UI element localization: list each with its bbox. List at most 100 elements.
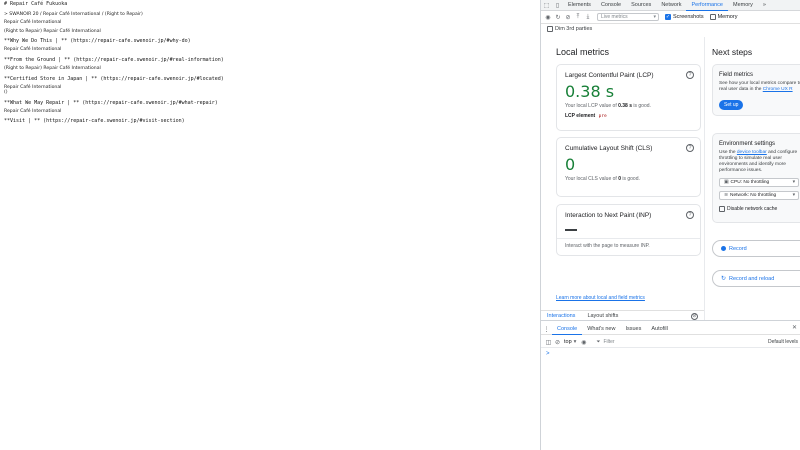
card-divider xyxy=(557,238,700,239)
checkbox-unchecked-icon xyxy=(547,26,553,32)
inp-description: Interact with the page to measure INP. xyxy=(565,243,650,249)
env-desc-a: Use the xyxy=(719,150,737,155)
doc-paragraph: (Right to Repair) Repair Café Internatio… xyxy=(4,65,101,71)
memory-label: Memory xyxy=(717,14,738,20)
chrome-ux-report-link[interactable]: Chrome UX R xyxy=(763,87,793,92)
disable-cache-checkbox[interactable]: Disable network cache xyxy=(719,206,777,212)
checkbox-checked-icon: ✓ xyxy=(665,13,671,20)
lcp-desc-prefix: Your local LCP value of xyxy=(565,103,619,109)
log-levels-select[interactable]: Default levels xyxy=(768,337,798,348)
record-reload-label: Record and reload xyxy=(729,275,775,282)
record-and-reload-button[interactable]: ↻ Record and reload xyxy=(712,270,800,287)
doc-heading: **Certified Store in Japan | ** (https:/… xyxy=(4,75,224,82)
help-icon[interactable]: ? xyxy=(686,211,694,219)
clear-icon[interactable]: ⊘ xyxy=(563,12,573,22)
network-throttling-select[interactable]: ≋ Network: No throttling ▾ xyxy=(719,191,799,200)
cls-desc-suffix: is good. xyxy=(620,176,640,182)
drawer-tab-autofill[interactable]: Autofill xyxy=(646,324,673,335)
network-throttling-value: Network: No throttling xyxy=(730,193,777,198)
lcp-element-label: LCP element xyxy=(565,113,596,119)
checkbox-unchecked-icon xyxy=(719,206,725,212)
doc-paragraph: () xyxy=(4,90,8,96)
drawer-tab-whats-new[interactable]: What's new xyxy=(582,324,620,335)
console-prompt[interactable]: > xyxy=(546,351,550,357)
setup-button[interactable]: Set up xyxy=(719,100,744,110)
doc-paragraph: (Right to Repair) Repair Café Internatio… xyxy=(4,28,101,34)
console-toolbar: ◫ ⊘ top ▾ ◉ ⏷ Filter Default levels xyxy=(541,337,800,348)
sidebar-toggle-icon[interactable]: ◫ xyxy=(544,337,553,347)
record-label: Record xyxy=(729,245,747,252)
chevron-down-icon: ▾ xyxy=(653,14,656,20)
doc-heading: **Visit | ** (https://repair-cafe.swenoi… xyxy=(4,118,185,125)
reload-icon: ↻ xyxy=(721,276,727,282)
help-icon[interactable]: ? xyxy=(686,144,694,152)
next-steps-section: Next steps Field metrics See how your lo… xyxy=(704,37,800,320)
disable-cache-label: Disable network cache xyxy=(727,206,778,212)
lcp-value: 0.38 s xyxy=(565,82,615,101)
checkbox-unchecked-icon xyxy=(709,14,716,20)
inp-title: Interaction to Next Paint (INP) xyxy=(565,212,652,219)
doc-title: # Repair Café Fukuoka xyxy=(4,1,68,7)
screenshots-checkbox[interactable]: ✓ Screenshots xyxy=(665,14,704,20)
tab-memory[interactable]: Memory xyxy=(728,0,758,11)
eye-icon[interactable]: ◉ xyxy=(579,337,588,347)
download-icon[interactable]: ⤓ xyxy=(583,12,593,22)
more-tabs-button[interactable]: » xyxy=(758,0,771,11)
upload-icon[interactable]: ⤒ xyxy=(573,12,583,22)
tab-sources[interactable]: Sources xyxy=(626,0,656,11)
reload-record-icon[interactable]: ↻ xyxy=(553,12,563,22)
memory-checkbox[interactable]: Memory xyxy=(709,14,738,20)
lcp-element-link[interactable]: pre xyxy=(599,114,607,119)
cls-desc-prefix: Your local CLS value of xyxy=(565,176,619,182)
doc-paragraph: Repair Café International xyxy=(4,108,62,114)
tab-network[interactable]: Network xyxy=(656,0,686,11)
metrics-select[interactable]: Live metrics ▾ xyxy=(597,13,659,21)
kebab-menu-icon[interactable]: ⋮ xyxy=(541,324,552,335)
cpu-throttling-select[interactable]: ▣ CPU: No throttling ▾ xyxy=(719,178,799,187)
context-select[interactable]: top ▾ xyxy=(564,339,576,345)
tab-console[interactable]: Console xyxy=(596,0,626,11)
inp-value-placeholder xyxy=(565,229,577,231)
help-icon[interactable]: ? xyxy=(686,71,694,79)
devtools-tabbar: ⬚ ▯ Elements Console Sources Network Per… xyxy=(541,0,800,11)
tab-performance[interactable]: Performance xyxy=(686,0,728,11)
chevron-down-icon: ▾ xyxy=(792,180,795,185)
field-metrics-title: Field metrics xyxy=(719,72,754,78)
filter-icon: ⏷ xyxy=(596,339,601,345)
cls-card: Cumulative Layout Shift (CLS) ? 0 Your l… xyxy=(556,137,701,197)
learn-more-link[interactable]: Learn more about local and field metrics xyxy=(556,295,645,301)
inspect-icon[interactable]: ⬚ xyxy=(541,0,552,11)
chevron-down-icon: ▾ xyxy=(792,193,795,198)
environment-settings-title: Environment settings xyxy=(719,141,776,147)
console-filter-input[interactable]: ⏷ Filter xyxy=(596,338,736,346)
clear-console-icon[interactable]: ⊘ xyxy=(553,337,562,347)
cls-value: 0 xyxy=(565,155,576,174)
close-icon[interactable]: ✕ xyxy=(792,324,797,331)
filter-placeholder: Filter xyxy=(603,339,615,345)
document-pane: # Repair Café Fukuoka > SWANOIR 20 / Rep… xyxy=(0,0,540,450)
clear-icon[interactable]: ⊘ xyxy=(691,313,698,320)
lcp-description: Your local LCP value of 0.38 s is good. xyxy=(565,103,651,109)
chevron-down-icon: ▾ xyxy=(573,339,577,345)
doc-heading: **Why We Do This | ** (https://repair-ca… xyxy=(4,38,191,45)
device-toolbar-link[interactable]: device toolbar xyxy=(737,150,767,155)
wifi-icon: ≋ xyxy=(724,193,729,198)
doc-paragraph: Repair Café International xyxy=(4,47,62,53)
cpu-icon: ▣ xyxy=(724,180,729,185)
doc-heading: **What We May Repair | ** (https://repai… xyxy=(4,99,218,106)
cpu-throttling-value: CPU: No throttling xyxy=(730,180,770,185)
record-button[interactable]: Record xyxy=(712,240,800,257)
environment-settings-description: Use the device toolbar and configure thr… xyxy=(719,150,800,174)
context-value: top xyxy=(564,339,572,345)
tab-elements[interactable]: Elements xyxy=(563,0,596,11)
dim-3rd-parties-checkbox[interactable]: Dim 3rd parties xyxy=(547,26,592,32)
record-icon[interactable]: ◉ xyxy=(543,12,553,22)
drawer-tab-issues[interactable]: Issues xyxy=(620,324,646,335)
device-toolbar-icon[interactable]: ▯ xyxy=(552,0,563,11)
record-dot-icon xyxy=(721,246,726,251)
inp-card: Interaction to Next Paint (INP) ? Intera… xyxy=(556,204,701,256)
cls-description: Your local CLS value of 0 is good. xyxy=(565,176,640,182)
performance-toolbar: ◉ ↻ ⊘ ⤒ ⤓ Live metrics ▾ ✓ Screenshots M… xyxy=(541,11,800,24)
drawer-tab-console[interactable]: Console xyxy=(552,324,583,335)
drawer-tabbar: ⋮ Console What's new Issues Autofill xyxy=(541,324,800,335)
